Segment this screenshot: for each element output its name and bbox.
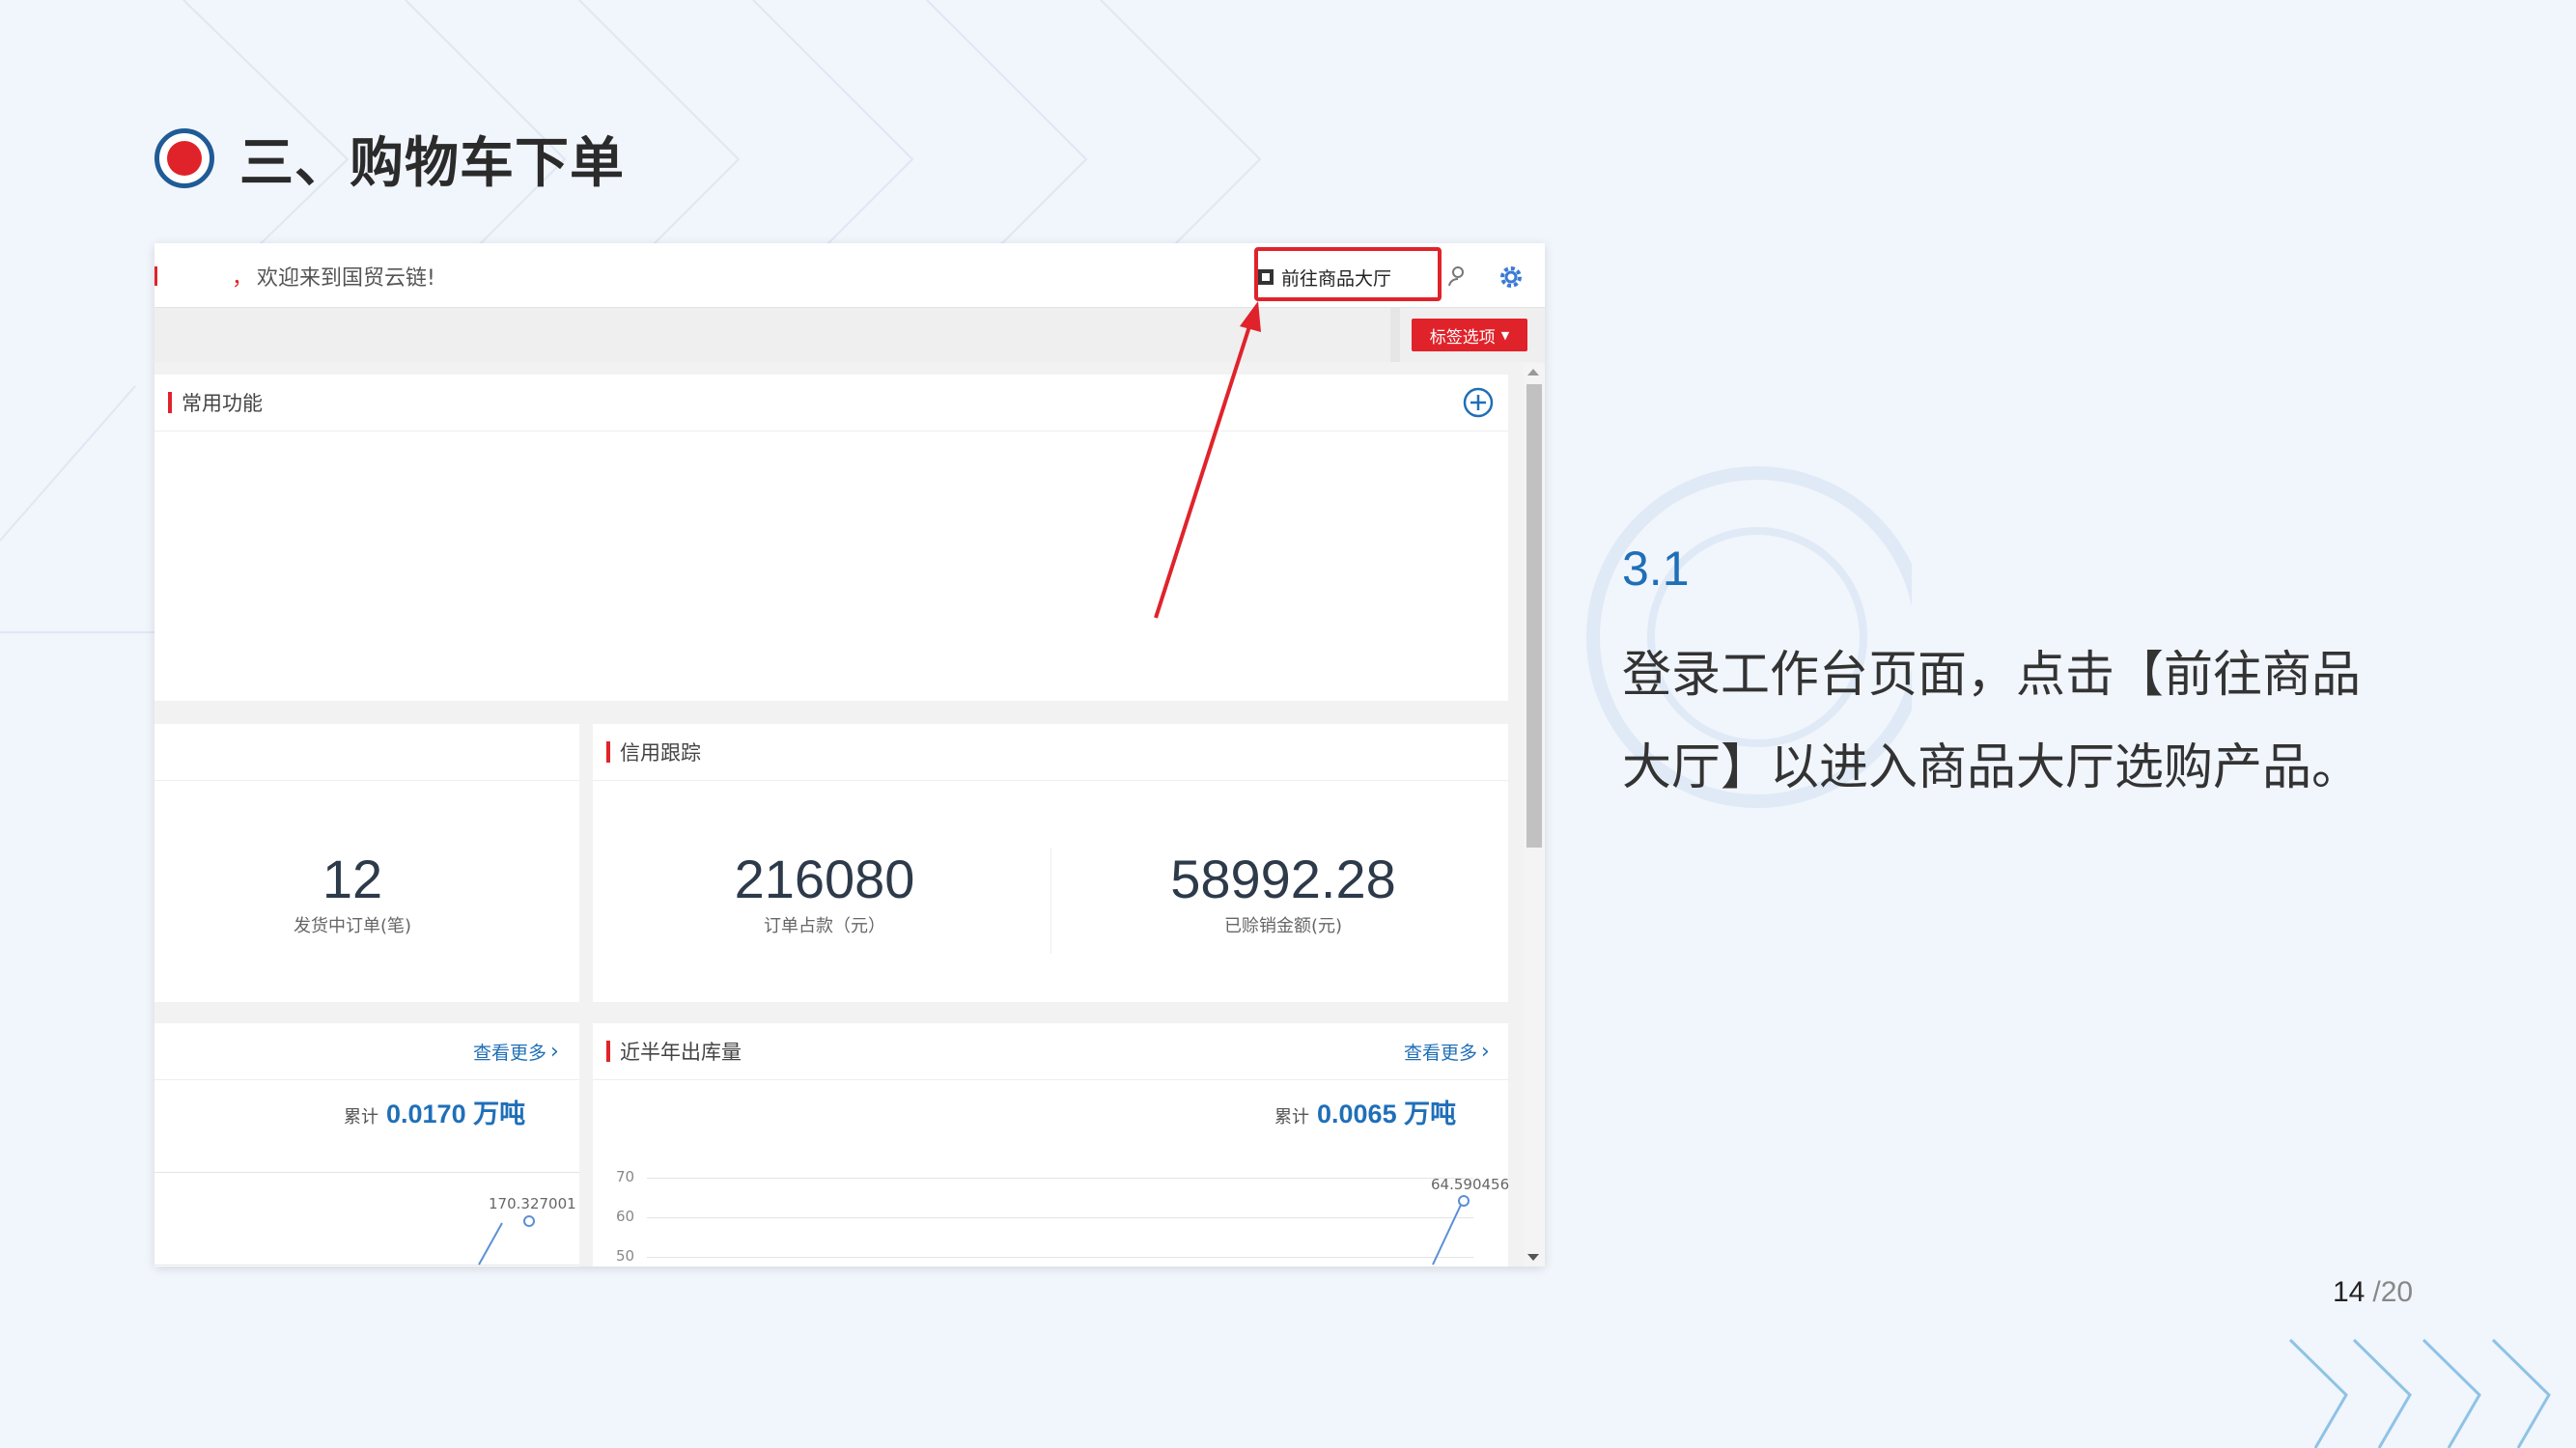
page-total: /20: [2372, 1276, 2414, 1308]
page-number: 14/20: [2333, 1276, 2413, 1309]
step-description: 登录工作台页面，点击【前往商品大厅】以进入商品大厅选购产品。: [1622, 647, 2362, 796]
page-current: 14: [2333, 1276, 2366, 1308]
step-number: 3.1: [1622, 542, 1690, 596]
